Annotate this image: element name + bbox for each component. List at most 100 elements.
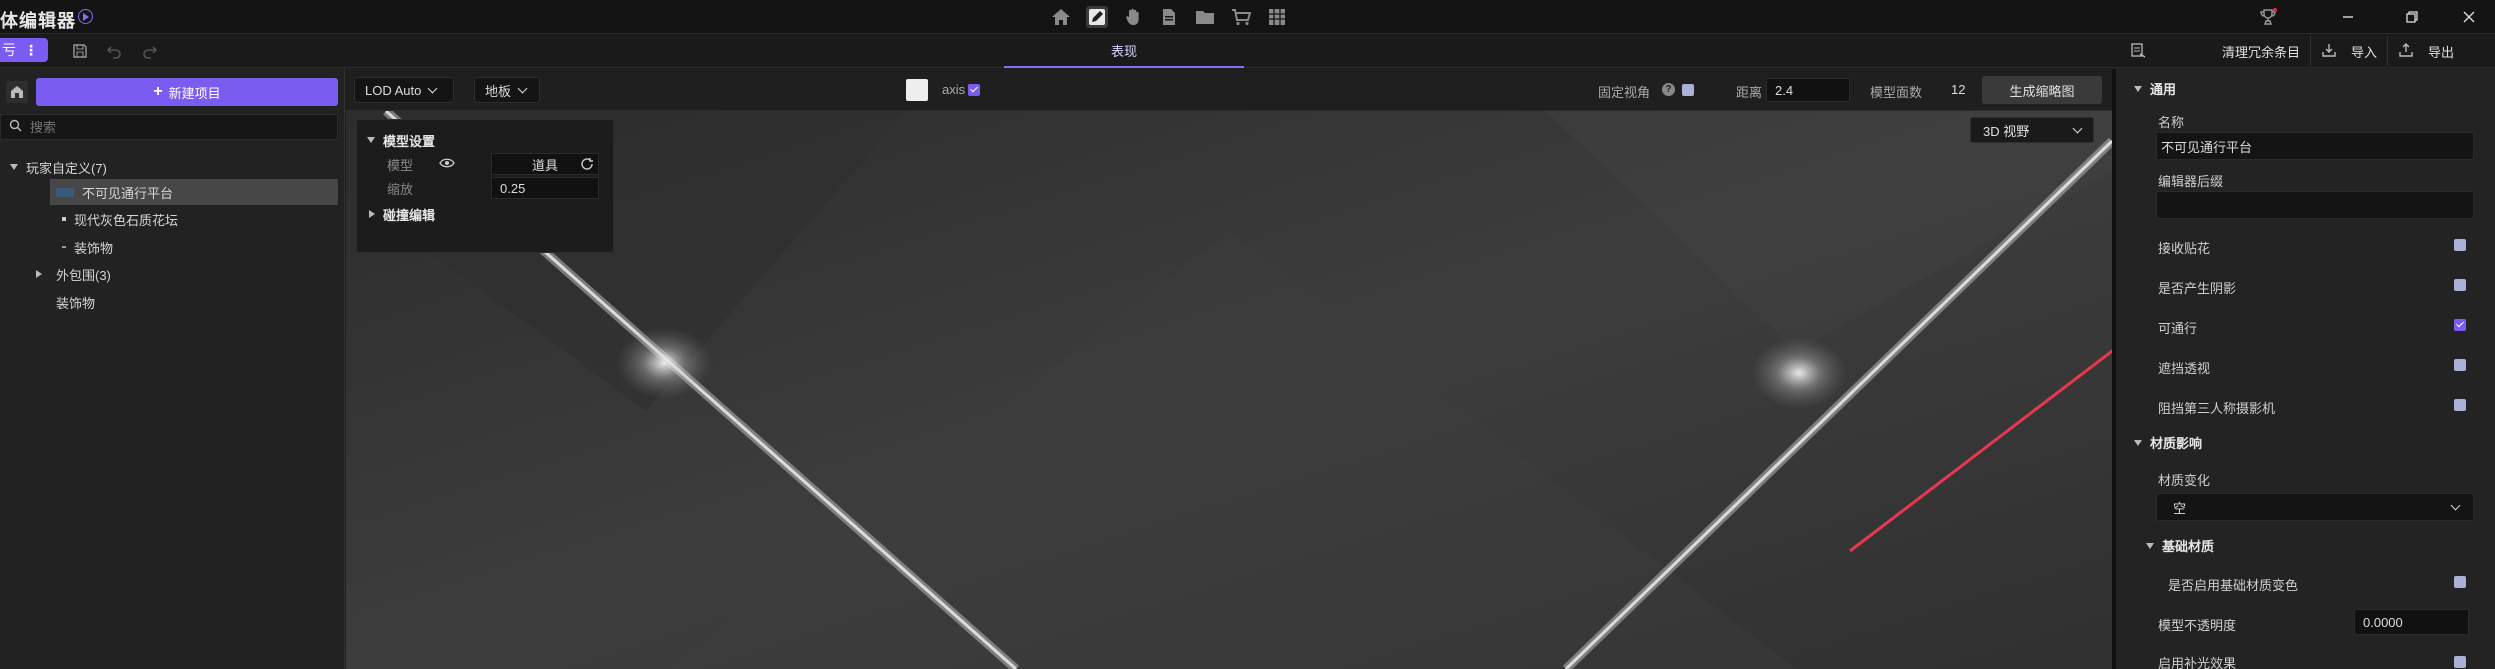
close-icon[interactable] [2447,0,2491,34]
distance-input[interactable]: 2.4 [1766,78,1850,102]
tree-item-decoration-2[interactable]: 装饰物 [56,289,95,315]
export-icon [2398,42,2414,61]
project-panel: + 新建项目 玩家自定义(7) 不可见通行平台 现代灰色石质花坛 装饰物 外包围… [0,69,345,669]
home-icon[interactable] [1050,6,1072,28]
collapse-icon[interactable] [36,270,42,278]
view-mode-label: 3D 视野 [1983,123,2030,139]
edit-icon[interactable] [1086,6,1108,28]
restore-icon[interactable] [2390,0,2434,34]
cast-shadow-checkbox[interactable] [2454,279,2466,291]
bullet-icon [62,217,66,221]
asset-home-icon[interactable] [6,81,28,103]
lod-dropdown[interactable]: LOD Auto [354,77,454,103]
name-label: 名称 [2158,115,2185,130]
option-label: 可通行 [2158,321,2198,336]
material-section-header[interactable]: 材质影响 [2134,433,2202,452]
minimize-icon[interactable] [2326,0,2370,34]
main-toolbar [1050,5,1288,29]
tree-item-invisible-platform[interactable]: 不可见通行平台 [50,179,338,205]
import-button[interactable]: 导入 [2310,36,2387,66]
option-label: 是否产生阴影 [2158,281,2237,296]
option-label: 遮挡透视 [2158,361,2211,376]
model-settings-header[interactable]: 模型设置 [357,128,613,152]
mode-label: 亏 [2,42,16,58]
base-material-toggle-label: 是否启用基础材质变色 [2168,578,2299,593]
fill-light-checkbox[interactable] [2454,656,2466,668]
option-label: 接收贴花 [2158,241,2211,256]
chevron-down-icon [2450,500,2461,510]
base-material-section-header[interactable]: 基础材质 [2146,536,2214,555]
occlusion-checkbox[interactable] [2454,359,2466,371]
material-change-dropdown[interactable]: 空 [2156,493,2474,521]
receive-decal-checkbox[interactable] [2454,239,2466,251]
3d-viewport[interactable]: 模型设置 模型 道具 缩放 0.25 碰撞编辑 3D 视野 [346,111,2112,669]
lod-label: LOD Auto [365,82,422,98]
axis-checkbox[interactable] [968,84,980,96]
new-project-button[interactable]: + 新建项目 [36,78,338,106]
fixed-view-checkbox[interactable] [1682,84,1694,96]
option-label: 阻挡第三人称摄影机 [2158,401,2276,416]
tab-performance[interactable]: 表现 [1004,34,1244,68]
opacity-label: 模型不透明度 [2158,618,2237,633]
block-camera-checkbox[interactable] [2454,399,2466,411]
passable-checkbox[interactable] [2454,319,2466,331]
base-material-section-title: 基础材质 [2162,539,2215,554]
expand-icon[interactable] [10,164,18,170]
model-value: 道具 [531,157,558,173]
folder-icon[interactable] [1194,6,1216,28]
new-project-label: 新建项目 [168,85,221,101]
material-change-label: 材质变化 [2158,473,2211,488]
general-section-title: 通用 [2150,82,2177,97]
tree-label: 不可见通行平台 [82,185,174,201]
plus-icon: + [153,83,163,100]
tree-item-flower-bed[interactable]: 现代灰色石质花坛 [62,206,178,232]
chevron-down-icon [427,83,438,93]
expand-icon[interactable] [367,137,375,143]
background-color-swatch[interactable] [906,79,928,101]
expand-icon[interactable] [2146,542,2154,549]
expand-icon[interactable] [2134,439,2142,446]
more-icon[interactable]: ⋮ [24,42,38,59]
hand-icon[interactable] [1122,6,1144,28]
export-label: 导出 [2428,44,2455,60]
search-input[interactable] [30,119,310,135]
tree-label: 装饰物 [74,240,114,256]
clean-redundant-button[interactable]: 清理冗余条目 [2120,36,2310,66]
name-input[interactable]: 不可见通行平台 [2156,132,2474,160]
collapse-icon[interactable] [369,210,375,218]
import-icon [2321,42,2337,61]
collision-edit-header[interactable]: 碰撞编辑 [357,202,613,226]
document-icon[interactable] [1158,6,1180,28]
grid-icon[interactable] [1266,6,1288,28]
redo-icon[interactable] [142,43,158,62]
refresh-icon[interactable] [580,157,594,174]
opacity-input[interactable]: 0.0000 [2354,609,2469,635]
help-icon[interactable]: ? [1662,83,1675,96]
material-change-value: 空 [2173,500,2187,516]
save-icon[interactable] [72,43,88,62]
tree-group-player-custom[interactable]: 玩家自定义(7) [10,154,107,180]
expand-icon[interactable] [2134,85,2142,92]
view-mode-dropdown[interactable]: 3D 视野 [1970,117,2094,143]
export-button[interactable]: 导出 [2387,36,2464,66]
mode-button[interactable]: 亏 ⋮ [0,38,48,62]
eye-icon[interactable] [439,157,455,172]
generate-thumbnail-button[interactable]: 生成缩略图 [1982,76,2102,104]
base-material-checkbox[interactable] [2454,576,2466,588]
play-icon[interactable] [78,9,93,24]
general-section-header[interactable]: 通用 [2134,79,2176,98]
tree-item-decoration[interactable]: 装饰物 [62,234,113,260]
cart-icon[interactable] [1230,6,1252,28]
model-settings-title: 模型设置 [383,133,436,149]
editor-suffix-input[interactable] [2156,191,2474,219]
tree-group-outer-wrap[interactable]: 外包围(3) [36,261,111,287]
trophy-icon[interactable] [2246,0,2290,34]
undo-icon[interactable] [106,43,122,62]
app-title: 体编辑器 [0,11,76,31]
faces-label: 模型面数 [1870,85,1923,100]
chevron-down-icon [517,83,528,93]
title-bar: 体编辑器 [0,0,2495,34]
panel-actions: 清理冗余条目 导入 导出 [2120,36,2464,66]
scale-input[interactable]: 0.25 [491,177,599,199]
floor-dropdown[interactable]: 地板 [474,77,540,103]
